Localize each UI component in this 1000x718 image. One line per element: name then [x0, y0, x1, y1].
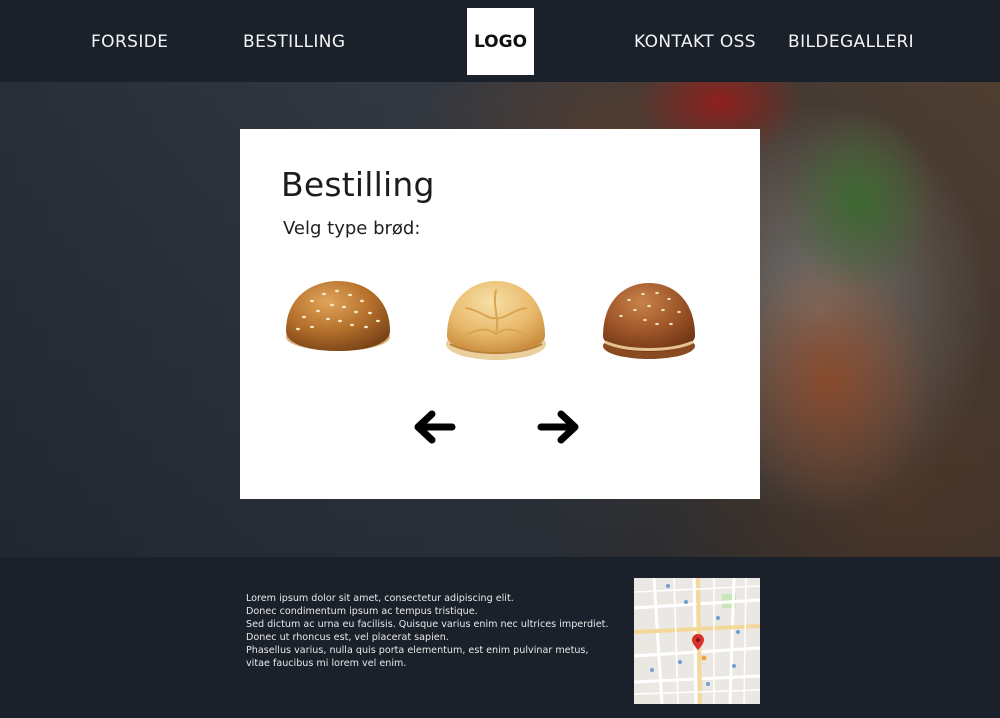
logo[interactable]: LOGO: [467, 8, 534, 75]
footer: Lorem ipsum dolor sit amet, consectetur …: [0, 557, 1000, 718]
location-map[interactable]: [634, 578, 760, 704]
arrow-right-icon: [537, 410, 579, 444]
footer-line: Phasellus varius, nulla quis porta eleme…: [246, 645, 589, 656]
bread-type-prompt: Velg type brød:: [283, 218, 421, 239]
nav-link-forside[interactable]: FORSIDE: [91, 32, 168, 52]
plain-bun-icon[interactable]: [444, 278, 548, 364]
sesame-bun-icon[interactable]: [282, 279, 394, 355]
logo-text: LOGO: [473, 31, 528, 52]
top-navigation: FORSIDE BESTILLING LOGO KONTAKT OSS BILD…: [0, 0, 1000, 82]
dark-sesame-bun-icon[interactable]: [599, 280, 699, 362]
footer-line: Donec condimentum ipsum ac tempus tristi…: [246, 606, 478, 617]
footer-line: vitae faucibus mi lorem vel enim.: [246, 658, 407, 669]
footer-line: Donec ut rhoncus est, vel placerat sapie…: [246, 632, 449, 643]
footer-line: Lorem ipsum dolor sit amet, consectetur …: [246, 593, 514, 604]
nav-link-bestilling[interactable]: BESTILLING: [243, 32, 345, 52]
nav-link-bildegalleri[interactable]: BILDEGALLERI: [788, 32, 914, 52]
order-title: Bestilling: [281, 165, 435, 204]
footer-text: Lorem ipsum dolor sit amet, consectetur …: [246, 592, 626, 670]
next-button[interactable]: [535, 408, 583, 446]
footer-line: Sed dictum ac urna eu facilisis. Quisque…: [246, 619, 609, 630]
order-card: Bestilling Velg type brød:: [240, 129, 760, 499]
previous-button[interactable]: [410, 408, 458, 446]
nav-link-kontakt-oss[interactable]: KONTAKT OSS: [634, 32, 756, 52]
arrow-left-icon: [414, 410, 456, 444]
